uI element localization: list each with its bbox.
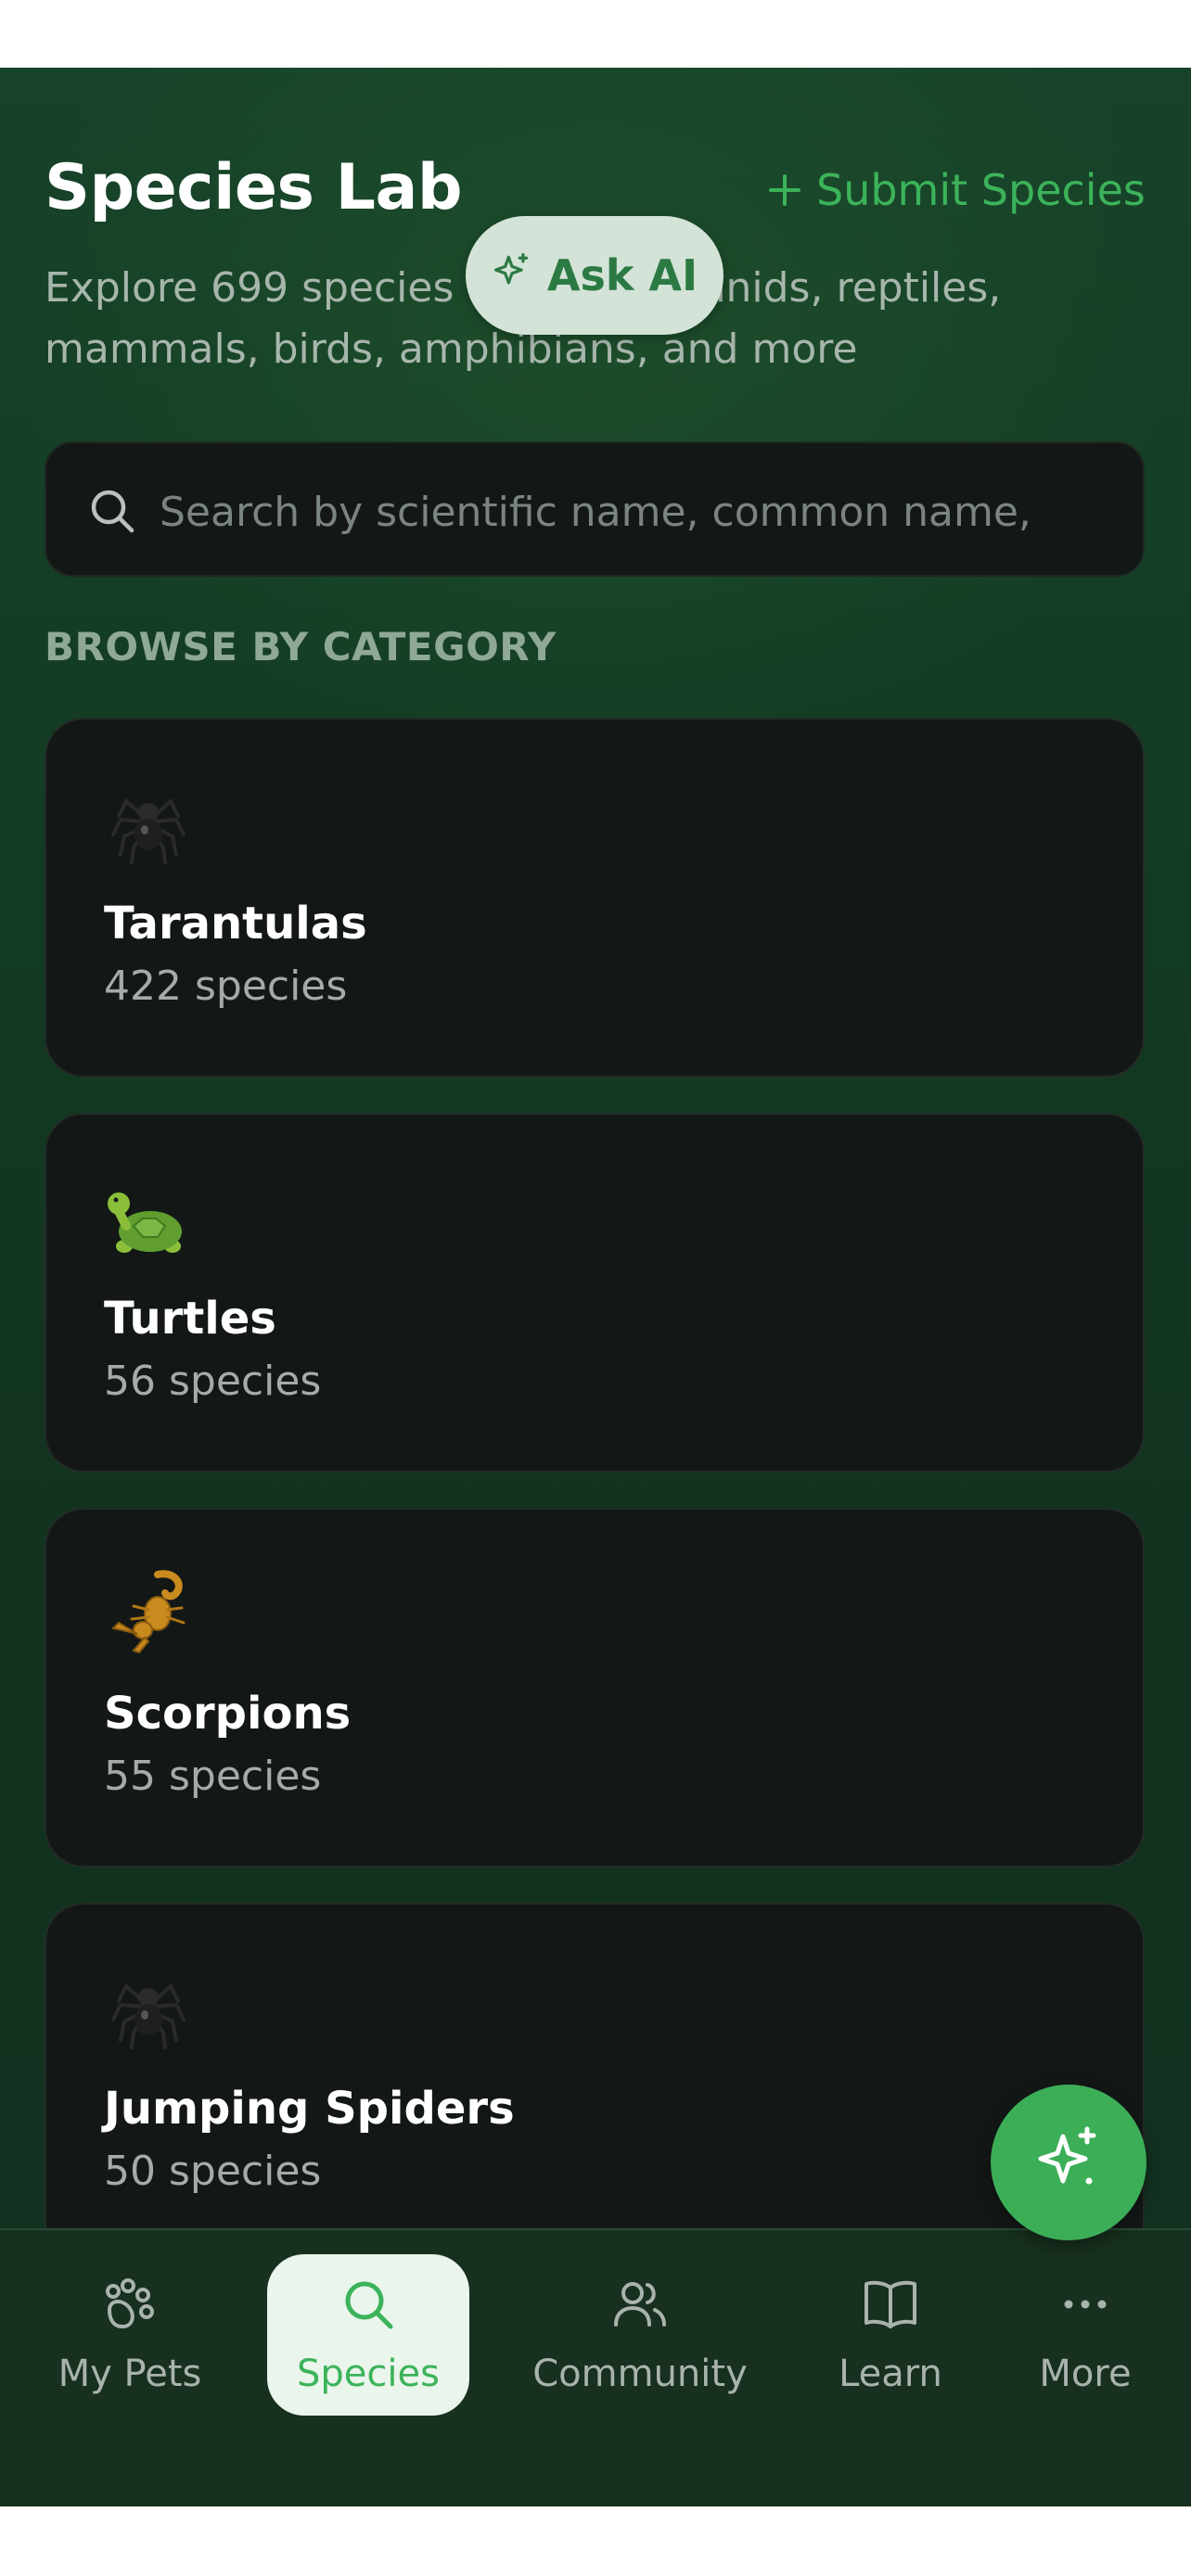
submit-species-button[interactable]: Submit Species [766, 160, 1146, 220]
category-name: Jumping Spiders [104, 2083, 515, 2135]
status-bar-area [0, 0, 1191, 68]
species-lab-screen: Species Lab Submit Species Explore 699 s… [0, 68, 1191, 2506]
spider-icon [106, 1964, 191, 2049]
search-icon [87, 486, 137, 536]
browse-by-category-heading: BROWSE BY CATEGORY [45, 624, 557, 670]
ai-assistant-fab[interactable] [991, 2085, 1146, 2240]
category-name: Turtles [104, 1293, 276, 1345]
search-input[interactable] [158, 471, 1126, 553]
paw-icon [100, 2275, 160, 2343]
search-icon [339, 2275, 398, 2343]
bottom-tab-bar: My Pets Species Community Learn More [0, 2228, 1191, 2506]
tab-label: Learn [839, 2353, 942, 2395]
category-card-scorpions[interactable]: Scorpions 55 species [45, 1508, 1145, 1868]
tab-label: More [1039, 2353, 1132, 2395]
category-card-tarantulas[interactable]: Tarantulas 422 species [45, 718, 1145, 1078]
tab-species[interactable]: Species [267, 2254, 469, 2416]
ask-ai-button[interactable]: Ask AI [466, 216, 724, 335]
tab-my-pets[interactable]: My Pets [37, 2254, 223, 2416]
book-icon [861, 2275, 920, 2343]
scorpion-icon [106, 1569, 191, 1654]
search-bar[interactable] [45, 441, 1145, 577]
submit-species-label: Submit Species [816, 165, 1146, 215]
category-count: 422 species [104, 963, 348, 1010]
tab-label: Species [297, 2353, 440, 2395]
category-card-jumping-spiders[interactable]: Jumping Spiders 50 species [45, 1903, 1145, 2263]
tab-label: My Pets [58, 2353, 202, 2395]
home-indicator-area [0, 2506, 1191, 2576]
sparkle-icon [1031, 2123, 1106, 2201]
tarantula-icon [106, 779, 191, 864]
category-card-turtles[interactable]: Turtles 56 species [45, 1113, 1145, 1473]
tab-more[interactable]: More [1011, 2254, 1159, 2416]
plus-icon [766, 172, 803, 209]
sparkle-icon [492, 250, 532, 301]
category-count: 55 species [104, 1753, 322, 1800]
category-name: Tarantulas [104, 898, 367, 950]
page-title: Species Lab [45, 151, 463, 224]
tab-learn[interactable]: Learn [816, 2254, 965, 2416]
users-icon [610, 2275, 670, 2343]
turtle-icon [106, 1174, 191, 1259]
category-count: 56 species [104, 1358, 322, 1405]
tab-label: Community [532, 2353, 748, 2395]
tab-community[interactable]: Community [529, 2254, 751, 2416]
category-name: Scorpions [104, 1688, 352, 1740]
ask-ai-label: Ask AI [546, 250, 698, 300]
more-icon [1056, 2275, 1115, 2343]
category-count: 50 species [104, 2148, 322, 2195]
